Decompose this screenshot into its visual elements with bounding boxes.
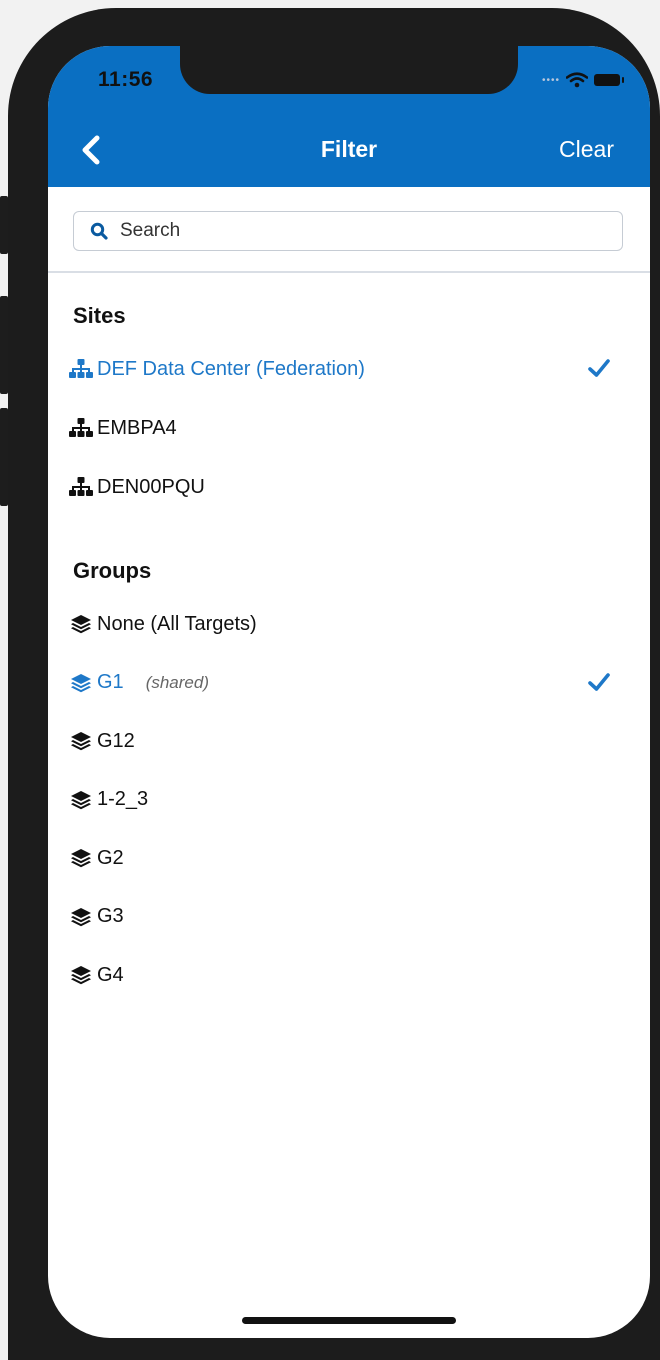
group-list-item[interactable]: G1 (shared) <box>48 658 650 708</box>
mute-switch <box>0 196 8 254</box>
checkmark-icon <box>588 359 610 377</box>
layers-icon <box>71 966 91 985</box>
status-icons: •••• <box>541 72 624 88</box>
phone-frame: 11:56 •••• Filter Clear Search Sites DEF… <box>8 8 660 1360</box>
row-label: None (All Targets) <box>97 612 257 635</box>
group-list-item[interactable]: G4 <box>48 950 650 1000</box>
site-list-item[interactable]: DEN00PQU <box>48 462 650 512</box>
row-icon-wrapper <box>68 417 94 439</box>
site-list-item[interactable]: EMBPA4 <box>48 403 650 453</box>
row-label: DEF Data Center (Federation) <box>97 357 365 380</box>
row-icon-wrapper <box>68 672 94 694</box>
row-icon-wrapper <box>68 847 94 869</box>
selected-check <box>588 358 610 383</box>
layers-icon <box>71 849 91 868</box>
group-list-item[interactable]: 1-2_3 <box>48 775 650 825</box>
search-icon <box>90 222 108 240</box>
row-label: 1-2_3 <box>97 788 149 810</box>
row-label: EMBPA4 <box>97 416 177 439</box>
row-icon-wrapper <box>68 789 94 811</box>
status-time: 11:56 <box>98 68 154 91</box>
row-icon-wrapper <box>68 964 94 986</box>
row-icon-wrapper <box>68 358 94 380</box>
group-list-item[interactable]: G2 <box>48 833 650 883</box>
row-icon-wrapper <box>68 613 94 635</box>
layers-icon <box>71 790 91 809</box>
group-list-item[interactable]: G12 <box>48 716 650 766</box>
notch <box>180 46 518 94</box>
volume-up-button <box>0 296 8 394</box>
home-indicator <box>242 1317 456 1324</box>
search-bar <box>48 187 650 273</box>
layers-icon <box>71 673 91 692</box>
row-label: DEN00PQU <box>97 475 205 498</box>
site-list-item[interactable]: DEF Data Center (Federation) <box>48 344 650 394</box>
row-icon-wrapper <box>68 476 94 498</box>
group-list-item[interactable]: G3 <box>48 892 650 942</box>
row-label: G1 <box>97 671 124 693</box>
row-label: G2 <box>97 846 124 869</box>
group-list-item[interactable]: None (All Targets) <box>48 599 650 649</box>
signal-icon: •••• <box>541 74 560 86</box>
back-button[interactable] <box>70 130 114 174</box>
row-icon-wrapper <box>68 906 94 928</box>
sitemap-icon <box>69 477 93 496</box>
row-label: G4 <box>97 963 124 986</box>
selected-check <box>588 672 610 697</box>
clear-button[interactable]: Clear <box>559 136 614 163</box>
search-input[interactable] <box>118 219 602 243</box>
row-label: G3 <box>97 905 124 927</box>
layers-icon <box>71 732 91 751</box>
sitemap-icon <box>69 418 93 437</box>
sitemap-icon <box>69 359 93 378</box>
shared-note: (shared) <box>145 672 209 692</box>
nav-header: 11:56 •••• Filter Clear <box>48 46 650 187</box>
row-icon-wrapper <box>68 730 94 752</box>
battery-icon <box>594 74 624 86</box>
layers-icon <box>71 907 91 926</box>
device-canvas: 11:56 •••• Filter Clear Search Sites DEF… <box>0 0 660 1360</box>
row-label: G12 <box>97 729 135 752</box>
layers-icon <box>71 615 91 634</box>
volume-down-button <box>0 408 8 506</box>
wifi-icon <box>566 72 588 88</box>
chevron-left-icon <box>82 135 100 165</box>
screen: 11:56 •••• Filter Clear Search Sites DEF… <box>48 46 650 1338</box>
groups-section-title: Groups <box>73 558 152 583</box>
sites-section-title: Sites <box>73 303 126 328</box>
search-box[interactable] <box>73 211 623 251</box>
checkmark-icon <box>588 672 610 691</box>
